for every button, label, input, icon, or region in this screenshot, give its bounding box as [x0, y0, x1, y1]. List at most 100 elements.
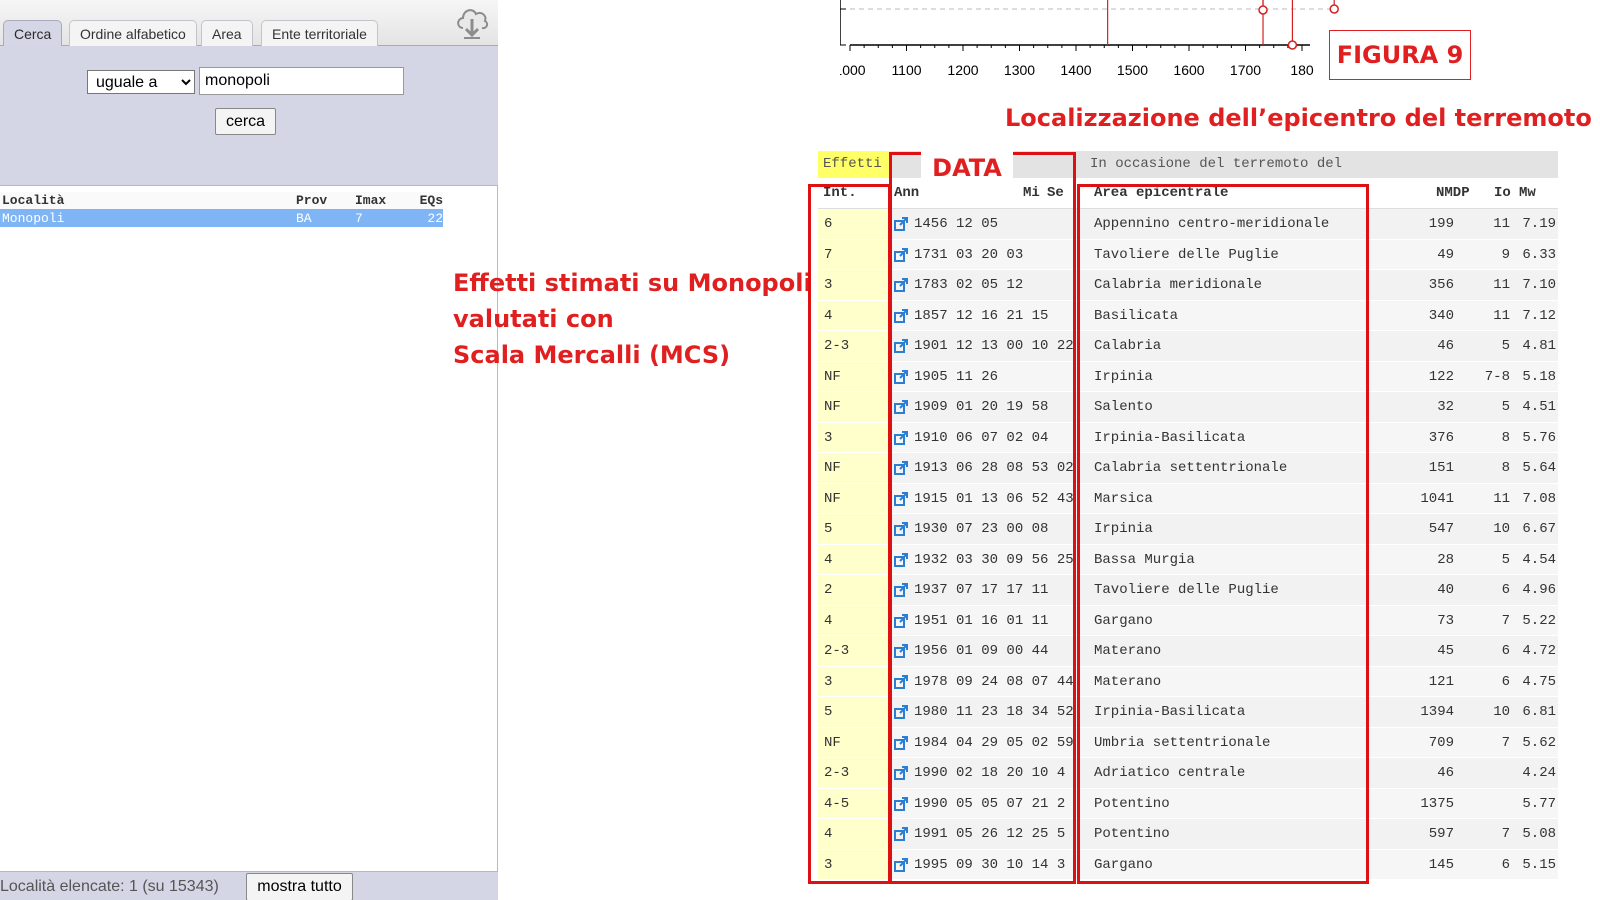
- io-cell: 10: [1493, 704, 1510, 720]
- mw-cell: 4.51: [1522, 399, 1556, 415]
- external-link-icon[interactable]: [894, 339, 908, 353]
- external-link-icon[interactable]: [894, 735, 908, 750]
- external-link-icon[interactable]: [894, 217, 908, 231]
- locality-search-panel: Cerca Ordine alfabetico Area Ente territ…: [0, 0, 498, 900]
- io-cell: 7: [1501, 612, 1510, 629]
- tab-area[interactable]: Area: [201, 20, 253, 47]
- external-link-icon[interactable]: [894, 857, 908, 872]
- locality-imax: 7: [355, 210, 363, 226]
- earthquake-row: 4 1991 05 26 12 25 5 Potentino 597 7 5.08: [818, 819, 1558, 850]
- external-link-icon[interactable]: [894, 400, 908, 414]
- date-cell: 1980 11 23 18 34 52: [914, 704, 1074, 720]
- mw-cell: 4.81: [1522, 338, 1556, 354]
- epicentral-area-cell: Materano: [1094, 643, 1162, 659]
- mw-cell: 6.81: [1522, 704, 1556, 720]
- epicentral-area-cell: Bassa Murgia: [1094, 551, 1195, 568]
- tab-ordine-alfabetico[interactable]: Ordine alfabetico: [69, 20, 197, 47]
- tab-cerca[interactable]: Cerca: [3, 20, 63, 48]
- epicentre-annotation: Localizzazione dell’epicentro del terrem…: [1005, 104, 1592, 132]
- external-link-icon[interactable]: [894, 522, 908, 536]
- external-link-icon[interactable]: [894, 278, 908, 292]
- mw-cell: 5.08: [1522, 826, 1556, 842]
- date-cell: 1991 05 26 12 25 5: [914, 826, 1066, 842]
- external-link-icon[interactable]: [894, 674, 908, 689]
- mw-cell: 5.18: [1522, 368, 1556, 385]
- mw-cell: 4.54: [1522, 551, 1556, 568]
- external-link-icon[interactable]: [894, 491, 908, 506]
- header-se: Se: [1047, 185, 1064, 201]
- external-link-icon[interactable]: [894, 644, 908, 658]
- external-link-icon[interactable]: [894, 430, 908, 445]
- header-nmdp: NMDP: [1436, 185, 1470, 201]
- external-link-icon[interactable]: [894, 583, 908, 597]
- earthquake-row: 5 1980 11 23 18 34 52 Irpinia-Basilicata 13…: [818, 697, 1558, 728]
- external-link-icon[interactable]: [894, 796, 908, 811]
- date-cell: 1930 07 23 00 08: [914, 521, 1049, 537]
- mw-cell: 4.72: [1522, 643, 1556, 659]
- earthquake-row: 2-3 1956 01 09 00 44 Materano 45 6 4.72: [818, 636, 1558, 667]
- date-cell: 1951 01 16 01 11: [914, 612, 1049, 629]
- intensity-cell: 3: [818, 666, 891, 696]
- date-cell: 1915 01 13 06 52 43: [914, 490, 1074, 507]
- locality-row-selected[interactable]: Monopoli BA 7 22: [0, 209, 443, 227]
- mw-cell: 5.22: [1522, 612, 1556, 629]
- date-cell: 1905 11 26: [914, 368, 999, 385]
- io-cell: 9: [1501, 246, 1510, 263]
- show-all-button[interactable]: mostra tutto: [246, 873, 353, 900]
- epicentral-area-cell: Gargano: [1094, 612, 1153, 629]
- external-link-icon[interactable]: [894, 308, 908, 323]
- earthquake-row: 3 1995 09 30 10 14 3 Gargano 145 6 5.15: [818, 849, 1558, 880]
- external-link-icon[interactable]: [894, 247, 908, 262]
- earthquake-row: 7 1731 03 20 03 Tavoliere delle Puglie 49 9 6…: [818, 239, 1558, 270]
- earthquake-row: NF 1909 01 20 19 58 Salento 32 5 4.51: [818, 392, 1558, 423]
- external-link-icon[interactable]: [894, 705, 908, 719]
- external-link-icon[interactable]: [894, 827, 908, 841]
- mw-cell: 7.19: [1522, 216, 1556, 232]
- intensity-cell: 2-3: [818, 331, 891, 361]
- epicentral-area-cell: Umbria settentrionale: [1094, 734, 1271, 751]
- external-link-icon[interactable]: [894, 369, 908, 384]
- locality-search-input[interactable]: [199, 67, 404, 95]
- earthquake-row: NF 1913 06 28 08 53 02 Calabria settentrio…: [818, 453, 1558, 484]
- tab-bar: Cerca Ordine alfabetico Area Ente territ…: [0, 0, 498, 48]
- epicentral-area-cell: Calabria settentrionale: [1094, 460, 1288, 476]
- nmdp-cell: 46: [1437, 765, 1454, 781]
- date-cell: 1932 03 30 09 56 25: [914, 551, 1074, 568]
- epicentral-area-cell: Adriatico centrale: [1094, 765, 1246, 781]
- intensity-timeline-chart: 1000110012001300140015001600170018043: [840, 0, 1339, 78]
- chart-ticks: 1000110012001300140015001600170018043: [840, 8, 1314, 78]
- external-link-icon[interactable]: [894, 461, 908, 475]
- intensity-cell: 4: [818, 300, 891, 330]
- io-cell: 7: [1501, 826, 1510, 842]
- epicentral-area-cell: Tavoliere delle Puglie: [1094, 582, 1279, 598]
- earthquake-row: 3 1783 02 05 12 Calabria meridionale 356 11 7…: [818, 270, 1558, 301]
- cloud-download-icon[interactable]: [455, 2, 489, 42]
- intensity-cell: NF: [818, 453, 891, 483]
- earthquake-row: 2 1937 07 17 17 11 Tavoliere delle Puglie 4…: [818, 575, 1558, 606]
- external-link-icon[interactable]: [894, 552, 908, 567]
- match-mode-select[interactable]: uguale a: [87, 70, 195, 94]
- io-cell: 11: [1493, 490, 1510, 507]
- intensity-cell: NF: [818, 727, 891, 757]
- epicentral-area-cell: Irpinia-Basilicata: [1094, 704, 1246, 720]
- locality-eqs: 22: [427, 210, 443, 226]
- figure-label: FIGURA 9: [1329, 30, 1471, 80]
- intensity-cell: 7: [818, 239, 891, 269]
- chart-marks: [1107, 0, 1339, 50]
- date-cell: 1990 02 18 20 10 4: [914, 765, 1066, 781]
- intensity-cell: 2-3: [818, 758, 891, 788]
- date-cell: 1783 02 05 12: [914, 277, 1024, 293]
- external-link-icon[interactable]: [894, 766, 908, 780]
- x-tick-label: 1000: [840, 62, 866, 78]
- header-imax: Imax: [355, 193, 387, 208]
- earthquake-row: 4 1951 01 16 01 11 Gargano 73 7 5.22: [818, 605, 1558, 636]
- io-cell: 8: [1501, 429, 1510, 446]
- search-form: uguale a cerca: [0, 46, 498, 186]
- external-link-icon[interactable]: [894, 613, 908, 628]
- effetti-tab[interactable]: Effetti: [818, 151, 891, 178]
- io-cell: 6: [1501, 582, 1510, 598]
- intensity-cell: NF: [818, 483, 891, 513]
- x-tick-label: 1500: [1117, 62, 1148, 78]
- search-button[interactable]: cerca: [215, 108, 276, 135]
- tab-ente-territoriale[interactable]: Ente territoriale: [261, 20, 378, 47]
